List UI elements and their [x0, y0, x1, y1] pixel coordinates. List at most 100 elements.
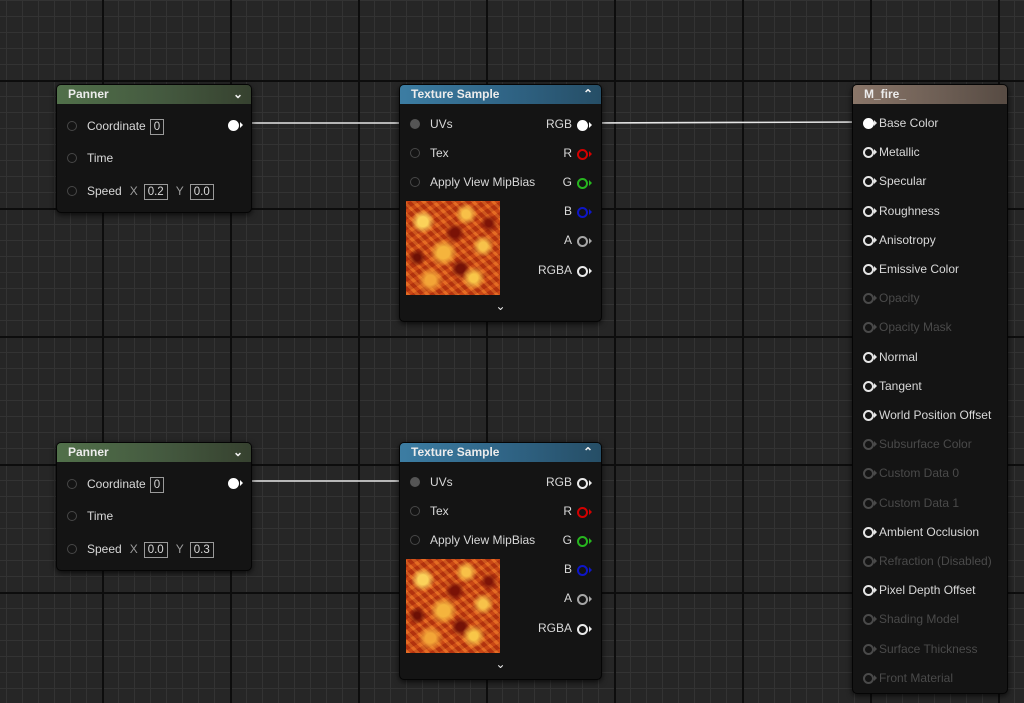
coordinate-input-pin[interactable]: Coordinate 0: [67, 474, 247, 494]
uvs-label: UVs: [430, 475, 453, 489]
pin-icon[interactable]: [410, 506, 420, 516]
g-output-pin[interactable]: [577, 536, 588, 547]
texture-sample-node[interactable]: Texture Sample ⌃ UVs Tex Apply View MipB…: [399, 84, 602, 322]
speed-y-field[interactable]: 0.0: [189, 184, 214, 200]
coordinate-value-field[interactable]: 0: [149, 477, 165, 493]
material-result-node[interactable]: M_fire_ Base Color Metallic Specular Roughn…: [852, 84, 1008, 694]
pin-icon[interactable]: [67, 186, 77, 196]
speed-x-field[interactable]: 0.0: [143, 542, 168, 558]
texture-sample-node-header[interactable]: Texture Sample ⌃: [400, 85, 601, 104]
pin-icon[interactable]: [863, 118, 874, 129]
pin-icon[interactable]: [863, 147, 874, 159]
pin-icon[interactable]: [67, 153, 77, 163]
uvs-input-pin[interactable]: UVs: [410, 472, 510, 492]
rgb-output-pin[interactable]: [577, 120, 588, 131]
material-input-pin: Subsurface Color: [863, 434, 1003, 454]
speed-input-pin[interactable]: Speed X 0.2 Y 0.0: [67, 181, 247, 201]
material-input-label: Emissive Color: [879, 262, 960, 276]
uvs-input-pin[interactable]: UVs: [410, 114, 510, 134]
panner-node[interactable]: Panner ⌄ Coordinate 0 Time Speed X 0.0 Y 0.3: [56, 442, 252, 571]
b-output-pin[interactable]: [577, 207, 588, 218]
pin-arrow-icon: [874, 441, 877, 448]
pin-icon[interactable]: [863, 351, 874, 363]
time-input-pin[interactable]: Time: [67, 506, 187, 526]
pin-icon[interactable]: [410, 177, 420, 187]
speed-input-pin[interactable]: Speed X 0.0 Y 0.3: [67, 539, 247, 559]
pin-icon[interactable]: [863, 234, 874, 246]
material-input-pin[interactable]: World Position Offset: [863, 405, 1003, 425]
rgba-output-pin[interactable]: [577, 266, 588, 277]
texture-sample-node[interactable]: Texture Sample ⌃ UVs Tex Apply View MipB…: [399, 442, 602, 680]
coordinate-value-field[interactable]: 0: [149, 119, 165, 135]
material-input-pin[interactable]: Anisotropy: [863, 230, 1003, 250]
chevron-down-icon[interactable]: ⌄: [400, 299, 601, 313]
panner-output-pin[interactable]: [228, 478, 239, 489]
pin-icon[interactable]: [67, 479, 77, 489]
pin-icon[interactable]: [67, 121, 77, 131]
material-input-pin[interactable]: Ambient Occlusion: [863, 522, 1003, 542]
pin-icon[interactable]: [863, 380, 874, 392]
rgb-output-pin[interactable]: [577, 478, 588, 489]
material-input-pin[interactable]: Specular: [863, 171, 1003, 191]
speed-y-field[interactable]: 0.3: [189, 542, 214, 558]
material-input-label: Opacity: [879, 291, 920, 306]
material-input-label: Custom Data 1: [879, 495, 960, 510]
material-input-pin: Refraction (Disabled): [863, 551, 1003, 571]
pin-icon[interactable]: [863, 264, 874, 275]
tex-input-pin[interactable]: Tex: [410, 501, 510, 521]
chevron-up-icon[interactable]: ⌃: [583, 443, 593, 462]
r-output-pin[interactable]: [577, 149, 588, 160]
panner-node[interactable]: Panner ⌄ Coordinate 0 Time Speed X 0.2 Y 0.0: [56, 84, 252, 213]
panner-output-pin[interactable]: [228, 120, 239, 131]
pin-icon[interactable]: [410, 119, 420, 129]
mipbias-input-pin[interactable]: Apply View MipBias: [410, 530, 550, 550]
pin-icon[interactable]: [410, 148, 420, 158]
chevron-down-icon[interactable]: ⌄: [400, 657, 601, 671]
mipbias-input-pin[interactable]: Apply View MipBias: [410, 172, 550, 192]
pin-icon[interactable]: [410, 477, 420, 487]
rgba-output-label: RGBA: [537, 263, 572, 277]
material-input-pin[interactable]: Pixel Depth Offset: [863, 580, 1003, 600]
time-input-pin[interactable]: Time: [67, 148, 187, 168]
rgba-output-pin[interactable]: [577, 624, 588, 635]
pin-icon[interactable]: [863, 205, 874, 217]
panner-node-header[interactable]: Panner ⌄: [57, 443, 251, 462]
r-output-pin[interactable]: [577, 507, 588, 518]
pin-icon[interactable]: [67, 511, 77, 521]
fire-texture-thumbnail: [406, 559, 500, 653]
tex-input-pin[interactable]: Tex: [410, 143, 510, 163]
pin-icon[interactable]: [863, 410, 874, 421]
speed-x-field[interactable]: 0.2: [143, 184, 168, 200]
texture-sample-node-header[interactable]: Texture Sample ⌃: [400, 443, 601, 462]
a-output-label: A: [563, 591, 572, 605]
material-input-pin[interactable]: Roughness: [863, 201, 1003, 221]
b-output-pin[interactable]: [577, 565, 588, 576]
material-input-pin[interactable]: Emissive Color: [863, 259, 1003, 279]
a-output-pin[interactable]: [577, 236, 588, 247]
pin-icon[interactable]: [863, 585, 874, 597]
pin-icon[interactable]: [67, 544, 77, 554]
coordinate-input-pin[interactable]: Coordinate 0: [67, 116, 247, 136]
a-output-pin[interactable]: [577, 594, 588, 605]
pin-icon: [863, 293, 874, 305]
material-input-pin[interactable]: Base Color: [863, 113, 1003, 133]
chevron-down-icon[interactable]: ⌄: [233, 85, 243, 104]
pin-icon[interactable]: [410, 535, 420, 545]
material-input-pin[interactable]: Tangent: [863, 376, 1003, 396]
material-input-label: Roughness: [879, 203, 940, 218]
pin-arrow-icon: [874, 207, 877, 214]
r-output-label: R: [563, 504, 572, 518]
material-input-pin[interactable]: Metallic: [863, 142, 1003, 162]
pin-icon[interactable]: [863, 176, 874, 188]
chevron-up-icon[interactable]: ⌃: [583, 85, 593, 104]
material-input-label: Pixel Depth Offset: [879, 583, 976, 598]
material-result-node-header[interactable]: M_fire_: [853, 85, 1007, 104]
pin-arrow-icon: [874, 528, 877, 535]
chevron-down-icon[interactable]: ⌄: [233, 443, 243, 462]
pin-arrow-icon: [874, 353, 877, 360]
material-input-pin[interactable]: Normal: [863, 347, 1003, 367]
panner-node-header[interactable]: Panner ⌄: [57, 85, 251, 104]
g-output-pin[interactable]: [577, 178, 588, 189]
pin-icon[interactable]: [863, 526, 874, 538]
material-input-label: Metallic: [879, 145, 920, 160]
